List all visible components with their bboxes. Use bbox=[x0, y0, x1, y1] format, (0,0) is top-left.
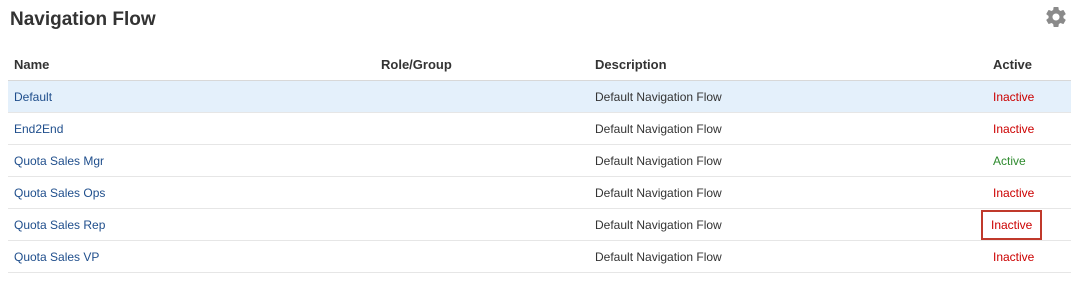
active-cell: Inactive bbox=[987, 112, 1071, 145]
name-cell: Quota Sales VP bbox=[8, 240, 375, 273]
active-cell: Inactive bbox=[980, 208, 1071, 241]
description-cell: Default Navigation Flow bbox=[589, 208, 987, 241]
active-cell: Inactive bbox=[987, 80, 1071, 113]
status-toggle-link[interactable]: Inactive bbox=[993, 90, 1034, 104]
table-row[interactable]: End2End Default Navigation Flow Inactive bbox=[8, 112, 1071, 145]
status-toggle-link[interactable]: Active bbox=[993, 154, 1026, 168]
gear-icon bbox=[1044, 5, 1068, 29]
flow-name-link[interactable]: Default bbox=[14, 90, 52, 104]
navigation-flow-panel: Navigation Flow Name Role/Group Descript… bbox=[0, 0, 1078, 288]
description-cell: Default Navigation Flow bbox=[589, 112, 987, 145]
status-toggle-link[interactable]: Inactive bbox=[993, 186, 1034, 200]
flow-name-link[interactable]: Quota Sales Rep bbox=[14, 218, 105, 232]
flow-name-link[interactable]: Quota Sales Ops bbox=[14, 186, 105, 200]
description-cell: Default Navigation Flow bbox=[589, 176, 987, 209]
role-group-cell bbox=[375, 80, 589, 113]
name-cell: Quota Sales Mgr bbox=[8, 144, 375, 177]
column-header-active[interactable]: Active bbox=[987, 48, 1071, 81]
table-row[interactable]: Quota Sales Rep Default Navigation Flow … bbox=[8, 208, 1071, 241]
table-row[interactable]: Default Default Navigation Flow Inactive bbox=[8, 80, 1071, 113]
table-header-row: Name Role/Group Description Active bbox=[8, 48, 1071, 81]
table-row[interactable]: Quota Sales Ops Default Navigation Flow … bbox=[8, 176, 1071, 209]
column-header-description[interactable]: Description bbox=[589, 48, 987, 81]
settings-button[interactable] bbox=[1044, 5, 1068, 29]
status-toggle-link[interactable]: Inactive bbox=[980, 209, 1043, 240]
navigation-flow-table: Name Role/Group Description Active Defau… bbox=[8, 48, 1071, 273]
name-cell: Quota Sales Rep bbox=[8, 208, 375, 241]
column-header-role-group[interactable]: Role/Group bbox=[375, 48, 589, 81]
active-cell: Inactive bbox=[987, 176, 1071, 209]
name-cell: Default bbox=[8, 80, 375, 113]
description-cell: Default Navigation Flow bbox=[589, 144, 987, 177]
status-toggle-link[interactable]: Inactive bbox=[993, 250, 1034, 264]
description-cell: Default Navigation Flow bbox=[589, 80, 987, 113]
role-group-cell bbox=[375, 144, 589, 177]
flow-name-link[interactable]: Quota Sales VP bbox=[14, 250, 99, 264]
column-header-name[interactable]: Name bbox=[8, 48, 375, 81]
table-row[interactable]: Quota Sales Mgr Default Navigation Flow … bbox=[8, 144, 1071, 177]
role-group-cell bbox=[375, 112, 589, 145]
page-title: Navigation Flow bbox=[10, 9, 156, 30]
name-cell: Quota Sales Ops bbox=[8, 176, 375, 209]
role-group-cell bbox=[375, 176, 589, 209]
status-toggle-link[interactable]: Inactive bbox=[993, 122, 1034, 136]
table-row[interactable]: Quota Sales VP Default Navigation Flow I… bbox=[8, 240, 1071, 273]
role-group-cell bbox=[375, 208, 589, 241]
active-cell: Active bbox=[987, 144, 1071, 177]
description-cell: Default Navigation Flow bbox=[589, 240, 987, 273]
name-cell: End2End bbox=[8, 112, 375, 145]
active-cell: Inactive bbox=[987, 240, 1071, 273]
flow-name-link[interactable]: Quota Sales Mgr bbox=[14, 154, 104, 168]
flow-name-link[interactable]: End2End bbox=[14, 122, 63, 136]
role-group-cell bbox=[375, 240, 589, 273]
